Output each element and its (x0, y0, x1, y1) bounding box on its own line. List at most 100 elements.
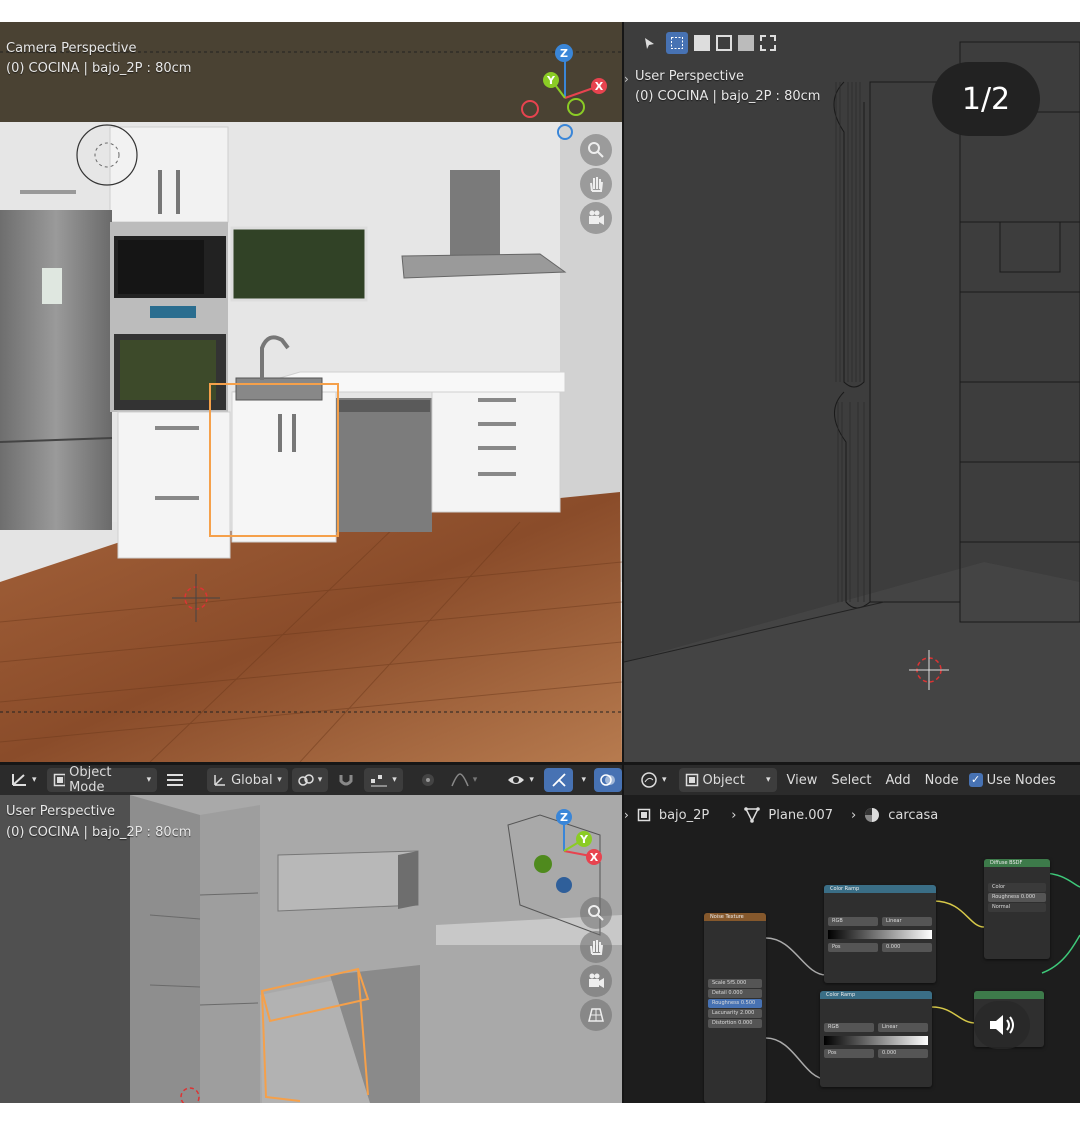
pan-button[interactable] (580, 931, 612, 963)
viewport-camera[interactable]: Camera Perspective (0) COCINA | bajo_2P … (0, 22, 622, 762)
node-field-detail[interactable]: Detail 0.000 (708, 989, 762, 998)
node-noise-texture[interactable]: Noise Texture Scale 5f5.000 Detail 0.000… (704, 913, 766, 1103)
editor-type-button[interactable]: ▾ (4, 768, 43, 792)
node-header (974, 991, 1044, 999)
viewport-view-name: Camera Perspective (6, 41, 137, 56)
proportional-edit-toggle[interactable] (415, 768, 441, 792)
zoom-button[interactable] (580, 897, 612, 929)
select-box-icon (671, 37, 683, 49)
viewport-object-info: (0) COCINA | bajo_2P : 80cm (635, 89, 821, 104)
menu-button[interactable] (161, 768, 189, 792)
editor-type-button[interactable]: ▾ (634, 768, 673, 792)
visibility-dropdown[interactable]: ▾ (501, 768, 540, 792)
ramp-gradient[interactable] (824, 1036, 928, 1045)
proportional-dot-icon (421, 774, 434, 786)
node-field-distortion[interactable]: Distortion 0.000 (708, 1019, 762, 1028)
snap-target-dropdown[interactable]: ▾ (364, 768, 403, 792)
select-mode-new-icon[interactable] (694, 35, 710, 51)
ramp-value[interactable]: 0.000 (882, 943, 932, 952)
sound-button[interactable] (974, 1001, 1030, 1049)
axis-editor-icon (12, 774, 26, 786)
camera-icon (589, 210, 604, 225)
mode-dropdown[interactable]: Object Mode ▾ (46, 765, 158, 795)
node-field-scale[interactable]: Scale 5f5.000 (708, 979, 762, 988)
pivot-dropdown[interactable]: ▾ (291, 768, 329, 792)
shader-type-dropdown[interactable]: Object ▾ (678, 768, 777, 792)
ramp-mode-row: RGB Linear (828, 917, 932, 926)
menu-select[interactable]: Select (827, 773, 875, 788)
gizmo-y-neg[interactable] (567, 98, 585, 116)
node-header: Color Ramp (824, 885, 936, 893)
overlays-toggle[interactable] (593, 768, 622, 792)
ramp-pos[interactable]: Pos (828, 943, 878, 952)
camera-view-button[interactable] (580, 202, 612, 234)
navigation-gizmo[interactable]: Z Y X (514, 805, 614, 905)
gizmo-y-axis[interactable]: Y (543, 72, 559, 88)
pan-button[interactable] (580, 168, 612, 200)
gizmo-x-neg[interactable] (521, 100, 539, 118)
zoom-button[interactable] (580, 134, 612, 166)
perspective-toggle-button[interactable] (580, 999, 612, 1031)
hand-icon (590, 177, 603, 192)
page-badge: 1/2 (932, 62, 1040, 136)
toolbar-expand-chevron-icon[interactable]: › (624, 72, 629, 86)
viewport-object-info: (0) COCINA | bajo_2P : 80cm (6, 61, 192, 76)
ramp-color-mode[interactable]: RGB (828, 917, 878, 926)
gizmo-y-neg[interactable] (534, 855, 552, 873)
hamburger-icon (167, 774, 184, 786)
node-field-roughness[interactable]: Roughness 0.500 (708, 999, 762, 1008)
ramp-interpolation[interactable]: Linear (882, 917, 932, 926)
ramp-color-mode[interactable]: RGB (824, 1023, 874, 1032)
select-mode-intersect-icon[interactable] (760, 35, 776, 51)
snap-toggle[interactable] (332, 768, 360, 792)
magnet-icon (339, 775, 353, 786)
node-editor-canvas[interactable]: › bajo_2P › Plane.007 › carcasa Noise Te… (624, 795, 1080, 1103)
ramp-interpolation[interactable]: Linear (878, 1023, 928, 1032)
node-color-ramp-1[interactable]: Color Ramp RGB Linear Pos 0.000 (824, 885, 936, 983)
viewport-header: ▾ Object Mode ▾ Global ▾ ▾ ▾ ▾ ▾ ▾ (0, 765, 622, 795)
area-divider-vertical[interactable] (622, 22, 624, 1103)
navigation-gizmo[interactable]: Z X Y (515, 40, 615, 140)
link-pivot-icon (297, 774, 314, 786)
viewport-wireframe[interactable]: › User Perspective (0) COCINA | bajo_2P … (624, 22, 1080, 762)
chevron-down-icon: ▾ (317, 775, 323, 785)
viewport-solid[interactable]: User Perspective (0) COCINA | bajo_2P : … (0, 795, 622, 1103)
node-field-color[interactable]: Color (988, 883, 1046, 892)
node-color-ramp-2[interactable]: Color Ramp RGB Linear Pos 0.000 (820, 991, 932, 1087)
gizmo-z-neg[interactable] (556, 877, 572, 893)
overlays-icon (600, 774, 615, 786)
camera-view-button[interactable] (580, 965, 612, 997)
ramp-pos[interactable]: Pos (824, 1049, 874, 1058)
node-diffuse-bsdf[interactable]: Diffuse BSDF Color Roughness 0.000 Norma… (984, 859, 1050, 959)
gizmo-x-axis[interactable]: X (586, 849, 602, 865)
snap-increment-icon (371, 775, 388, 787)
menu-view[interactable]: View (783, 773, 822, 788)
tweak-tool-button[interactable] (638, 32, 660, 54)
chevron-down-icon[interactable]: ▾ (577, 775, 590, 785)
falloff-dropdown[interactable]: ▾ (445, 768, 484, 792)
select-box-button[interactable] (666, 32, 688, 54)
menu-node[interactable]: Node (921, 773, 963, 788)
node-field-lacunarity[interactable]: Lacunarity 2.000 (708, 1009, 762, 1018)
gizmo-z-axis[interactable]: Z (555, 44, 573, 62)
transform-label: Global (231, 772, 273, 788)
gizmo-x-axis[interactable]: X (591, 78, 607, 94)
falloff-curve-icon (451, 773, 469, 787)
object-icon (685, 773, 698, 787)
zoom-icon (588, 905, 604, 921)
viewport-view-name: User Perspective (635, 69, 745, 84)
gizmo-toggle[interactable] (543, 768, 574, 792)
area-divider-horizontal[interactable] (0, 762, 1080, 765)
use-nodes-checkbox[interactable]: ✓ Use Nodes (968, 773, 1056, 788)
select-mode-extend-icon[interactable] (716, 35, 732, 51)
node-field-roughness[interactable]: Roughness 0.000 (988, 893, 1046, 902)
node-field-normal[interactable]: Normal (988, 903, 1046, 912)
menu-add[interactable]: Add (882, 773, 915, 788)
select-mode-subtract-icon[interactable] (738, 35, 754, 51)
gizmo-z-axis[interactable]: Z (556, 809, 572, 825)
transform-orientation-dropdown[interactable]: Global ▾ (207, 768, 288, 792)
ramp-value[interactable]: 0.000 (878, 1049, 928, 1058)
gizmo-y-axis[interactable]: Y (576, 831, 592, 847)
gizmo-z-neg[interactable] (557, 124, 573, 140)
ramp-gradient[interactable] (828, 930, 932, 939)
